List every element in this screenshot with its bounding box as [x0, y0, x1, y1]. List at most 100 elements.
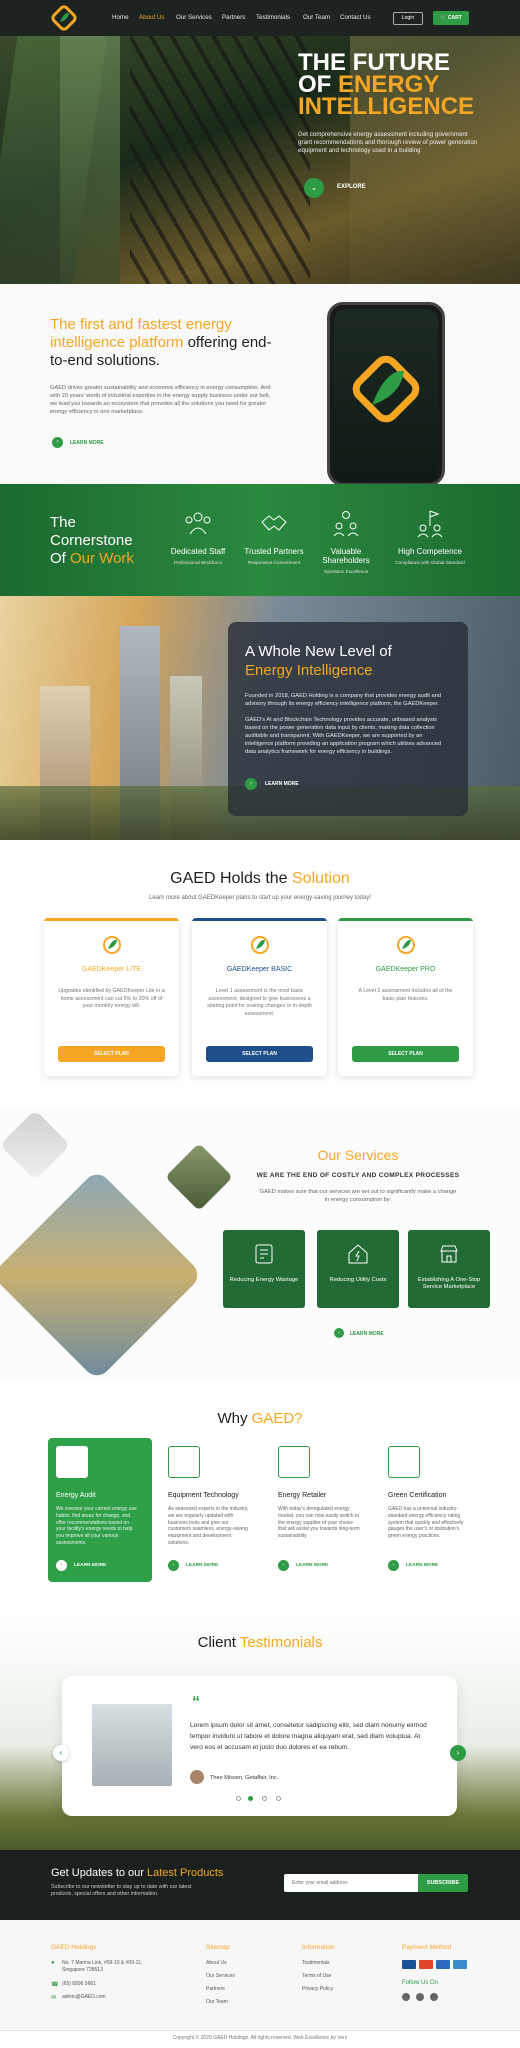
login-button[interactable]: Login	[393, 12, 423, 25]
energy-paragraph-1: Founded in 2018, GAED Holding is a compa…	[245, 693, 442, 707]
footer-link[interactable]: Privacy Policy	[302, 1986, 333, 1992]
gaed-logo[interactable]	[50, 4, 78, 32]
select-plan-button[interactable]: SELECT PLAN	[58, 1046, 165, 1062]
hero-title-line3: INTELLIGENCE	[298, 93, 475, 120]
plan-description: Upgrades identified by GAEDKeeper Lite i…	[58, 988, 165, 1009]
retailer-icon	[278, 1446, 310, 1478]
arrow-right-icon[interactable]: ›	[388, 1560, 399, 1571]
why-title-main: Why	[217, 1410, 252, 1427]
cornerstone-title-work: Our Work	[70, 550, 134, 567]
plan-topbar	[44, 918, 179, 921]
arrow-right-icon[interactable]: ›	[245, 778, 257, 790]
carousel-dot[interactable]	[262, 1796, 267, 1801]
footer-link[interactable]: Terms of Use	[302, 1973, 331, 1979]
explore-link[interactable]: EXPLORE	[337, 184, 366, 190]
footer-company-heading: GAED Holdings	[51, 1944, 97, 1951]
plan-card-lite: GAEDKeeper LITE Upgrades identified by G…	[44, 918, 179, 1076]
nav-home[interactable]: Home	[112, 14, 129, 21]
cornerstone-title-line2: Cornerstone	[50, 532, 133, 549]
footer-link[interactable]: Testimonials	[302, 1960, 330, 1966]
cornerstone-item-staff: Dedicated Staff Professional Workforce	[158, 508, 238, 565]
nav-our-services[interactable]: Our Services	[176, 14, 212, 21]
service-card-marketplace[interactable]: Establishing A One-Stop Service Marketpl…	[408, 1230, 490, 1308]
arrow-right-icon[interactable]: ›	[278, 1560, 289, 1571]
footer-phone[interactable]: (65) 6896 5661	[62, 1981, 96, 1987]
subscribe-button[interactable]: SUBSCRIBE	[418, 1874, 468, 1892]
nav-contact-us[interactable]: Contact Us	[340, 14, 371, 21]
footer-link[interactable]: Our Team	[206, 1999, 228, 2005]
service-card-costs[interactable]: Reducing Utility Costs	[317, 1230, 399, 1308]
energy-paragraph-2: GAED's AI and Blockchain Technology prov…	[245, 717, 442, 755]
flag-team-icon	[417, 510, 443, 538]
cornerstone-title-line1: The	[50, 514, 76, 531]
footer-link[interactable]: About Us	[206, 1960, 227, 1966]
linkedin-icon[interactable]	[430, 1993, 438, 2001]
house-bolt-icon	[348, 1244, 368, 1264]
plan-topbar	[338, 918, 473, 921]
email-icon: ✉	[51, 1995, 57, 2001]
why-learn-more-link[interactable]: LEARN MORE	[406, 1563, 438, 1568]
cart-icon: 🛒	[440, 15, 448, 21]
services-learn-more-link[interactable]: LEARN MORE	[350, 1331, 384, 1337]
carousel-next-button[interactable]: ›	[450, 1745, 466, 1761]
gaed-app-logo-icon	[352, 355, 420, 423]
chevron-down-icon[interactable]: ⌄	[304, 178, 324, 198]
nav-our-team[interactable]: Our Team	[303, 14, 330, 21]
why-learn-more-link[interactable]: LEARN MORE	[74, 1563, 106, 1568]
footer-link[interactable]: Partners	[206, 1986, 225, 1992]
footer-address: No. 7 Marina Link, #09-10 & #09-11, Sing…	[62, 1960, 143, 1973]
arrow-right-icon[interactable]: ›	[56, 1560, 67, 1571]
service-label: Establishing A One-Stop Service Marketpl…	[417, 1277, 481, 1290]
mastercard-icon	[419, 1960, 433, 1969]
carousel-dot[interactable]	[276, 1796, 281, 1801]
certificate-icon	[388, 1446, 420, 1478]
avatar	[190, 1770, 204, 1784]
testimonials-title-highlight: Testimonials	[239, 1634, 323, 1651]
plans-title: GAED Holds the Solution	[0, 870, 520, 888]
nav-partners[interactable]: Partners	[222, 14, 245, 21]
visa-icon	[402, 1960, 416, 1969]
facebook-icon[interactable]	[402, 1993, 410, 2001]
services-description: GAED makes sure that our services are se…	[259, 1189, 457, 1203]
cornerstone-item-competence: High Competence Compliance with Global S…	[390, 508, 470, 565]
why-learn-more-link[interactable]: LEARN MORE	[296, 1563, 328, 1568]
hero-title: THE FUTURE OF ENERGY INTELLIGENCE	[298, 51, 475, 120]
office-photo	[92, 1704, 172, 1786]
footer-email[interactable]: admin@GAED.com	[62, 1994, 106, 2000]
energy-learn-more-link[interactable]: LEARN MORE	[265, 781, 299, 787]
testimonials-title: Client Testimonials	[0, 1634, 520, 1651]
about-learn-more-link[interactable]: LEARN MORE	[70, 440, 104, 446]
email-input[interactable]	[284, 1874, 418, 1892]
newsletter-title: Get Updates to our Latest Products	[51, 1867, 223, 1879]
arrow-right-icon[interactable]: ›	[334, 1328, 344, 1338]
shareholders-icon	[333, 511, 359, 537]
carousel-dot[interactable]	[236, 1796, 241, 1801]
cart-label: CART	[447, 15, 462, 21]
plan-name: GAEDKeeper PRO	[375, 966, 436, 973]
cornerstone-sub: Compliance with Global Standard	[395, 560, 465, 565]
why-learn-more-link[interactable]: LEARN MORE	[186, 1563, 218, 1568]
cornerstone-label: High Competence	[397, 547, 463, 556]
cornerstone-sub: Operation Excellence	[323, 569, 369, 574]
footer-link[interactable]: Our Services	[206, 1973, 235, 1979]
cornerstone-title-of: Of	[50, 550, 71, 567]
people-group-icon	[185, 512, 211, 535]
select-plan-button[interactable]: SELECT PLAN	[206, 1046, 313, 1062]
nav-about-us[interactable]: About Us	[139, 14, 164, 21]
carousel-prev-button[interactable]: ‹	[53, 1745, 69, 1761]
why-item-desc: We oversee your current energy use habit…	[56, 1506, 137, 1546]
instagram-icon[interactable]	[416, 1993, 424, 2001]
equipment-icon	[168, 1446, 200, 1478]
plans-subtitle: Learn more about GAEDKeeper plans to sta…	[149, 895, 371, 901]
arrow-right-icon[interactable]: ›	[168, 1560, 179, 1571]
about-title: The first and fastest energy intelligenc…	[50, 316, 280, 370]
cart-button[interactable]: 🛒 CART	[433, 11, 469, 25]
nav-testimonials[interactable]: Testimonials	[256, 14, 290, 21]
arrow-right-icon[interactable]: ›	[52, 437, 63, 448]
plan-description: Level 1 assessment is the most basic ass…	[207, 988, 312, 1017]
select-plan-button[interactable]: SELECT PLAN	[352, 1046, 459, 1062]
carousel-dot-active[interactable]	[248, 1796, 253, 1801]
why-title-highlight: GAED?	[251, 1410, 303, 1427]
cornerstone-label: Valuable Shareholders	[322, 547, 370, 565]
service-card-wastage[interactable]: Reducing Energy Wastage	[223, 1230, 305, 1308]
